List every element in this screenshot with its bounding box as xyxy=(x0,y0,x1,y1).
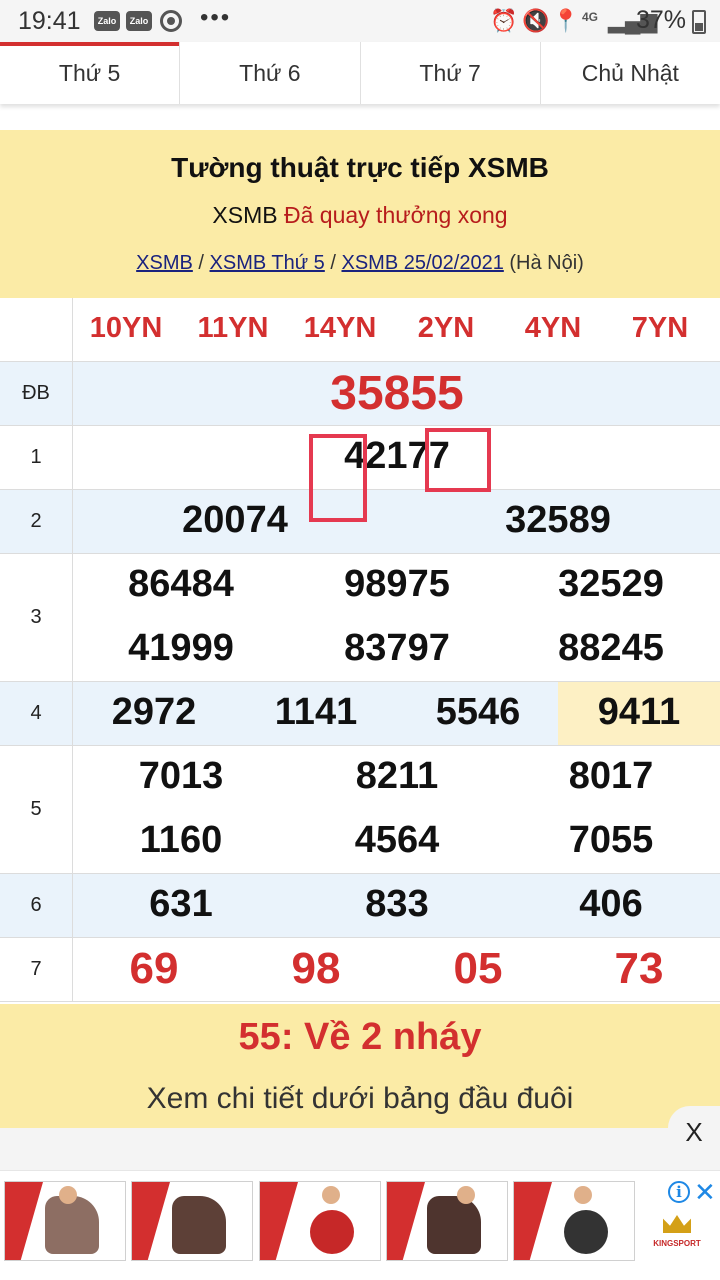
breadcrumb-link-date[interactable]: XSMB 25/02/2021 xyxy=(341,252,503,274)
code: 2YN xyxy=(417,312,475,344)
alarm-icon: ⏰ xyxy=(490,8,518,33)
ad-product-exercise-bike[interactable] xyxy=(259,1181,381,1261)
prize-row-db: ĐB 35855 xyxy=(0,362,720,426)
prize-label: 4 xyxy=(0,682,73,745)
location-icon: 📍 xyxy=(552,8,580,33)
prize-number: 41999 xyxy=(128,627,234,669)
prize-number: 2972 xyxy=(111,691,197,733)
code: 10YN xyxy=(89,312,163,344)
prize-number: 69 xyxy=(129,944,179,993)
zalo-icon: Zalo xyxy=(126,11,152,31)
chrome-icon xyxy=(160,10,182,32)
special-prize-number: 35855 xyxy=(330,367,464,420)
status-text: Đã quay thưởng xong xyxy=(284,202,508,228)
network-type: 4G xyxy=(582,10,599,24)
prize-number: 4564 xyxy=(354,819,440,861)
tab-thu-6[interactable]: Thứ 6 xyxy=(180,42,361,104)
prize-row-4: 4 2972 1141 5546 9411 xyxy=(0,682,720,746)
page: 19:41 Zalo Zalo ••• ⏰ 🔇 📍 4G ▂▄▆ 37% Thứ… xyxy=(0,0,720,1280)
prize-number: 1141 xyxy=(274,691,358,733)
battery-icon xyxy=(692,10,706,34)
battery-percent: 37% xyxy=(636,6,687,34)
breadcrumb-link-xsmb-thu-5[interactable]: XSMB Thứ 5 xyxy=(210,252,325,274)
prize-number: 73 xyxy=(614,944,664,993)
mute-icon: 🔇 xyxy=(522,8,550,33)
prize-number: 98 xyxy=(291,944,341,993)
crown-icon xyxy=(663,1215,691,1233)
ad-info-icon[interactable]: i xyxy=(668,1181,690,1203)
status-time: 19:41 xyxy=(18,7,81,35)
prize-number: 8017 xyxy=(568,755,654,797)
breadcrumb: XSMB / XSMB Thứ 5 / XSMB 25/02/2021 (Hà … xyxy=(0,252,720,275)
prize-number: 406 xyxy=(579,883,643,925)
prize-label: 7 xyxy=(0,938,73,1001)
prize-number: 7013 xyxy=(138,755,224,797)
ad-product-massage-chair[interactable] xyxy=(4,1181,126,1261)
code: 7YN xyxy=(631,312,689,344)
prize-label: ĐB xyxy=(0,362,73,425)
prize-number: 7055 xyxy=(568,819,654,861)
prize-number: 86484 xyxy=(128,563,234,605)
breadcrumb-link-xsmb[interactable]: XSMB xyxy=(136,252,193,274)
code: 4YN xyxy=(524,312,582,344)
day-tabs: Thứ 5 Thứ 6 Thứ 7 Chủ Nhật xyxy=(0,42,720,104)
result-header: Tường thuật trực tiếp XSMB XSMB Đã quay … xyxy=(0,130,720,298)
breadcrumb-separator: / xyxy=(192,252,210,274)
prize-number: 32529 xyxy=(558,563,664,605)
code: 14YN xyxy=(303,312,377,344)
prize-row-3: 3 86484 98975 32529 41999 83797 88245 xyxy=(0,554,720,682)
prize-number: 83797 xyxy=(344,627,450,669)
summary-detail-link[interactable]: Xem chi tiết dưới bảng đầu đuôi xyxy=(0,1082,720,1116)
ad-product-massage-chair[interactable] xyxy=(131,1181,253,1261)
prize-number: 8211 xyxy=(355,755,439,797)
prize-row-6: 6 631 833 406 xyxy=(0,874,720,938)
prize-row-7: 7 69 98 05 73 xyxy=(0,938,720,1002)
ad-product-elliptical[interactable] xyxy=(513,1181,635,1261)
tab-thu-7[interactable]: Thứ 7 xyxy=(361,42,541,104)
tab-chu-nhat[interactable]: Chủ Nhật xyxy=(541,42,720,104)
prize-number: 20074 xyxy=(182,499,288,541)
ad-brand: KINGSPORT xyxy=(653,1239,701,1248)
prize-label: 1 xyxy=(0,426,73,489)
prize-number: 5546 xyxy=(435,691,521,733)
prize-number: 1160 xyxy=(139,819,223,861)
more-notifications-icon: ••• xyxy=(200,4,232,31)
ad-close-icon[interactable]: ✕ xyxy=(694,1177,716,1208)
summary-panel: 55: Về 2 nháy Xem chi tiết dưới bảng đầu… xyxy=(0,1004,720,1128)
region-label: (Hà Nội) xyxy=(509,252,584,274)
prize-label: 5 xyxy=(0,746,73,873)
prize-number: 98975 xyxy=(344,563,450,605)
draw-status: XSMB Đã quay thưởng xong xyxy=(0,202,720,229)
prize-number: 88245 xyxy=(558,627,664,669)
annotation-box xyxy=(309,434,367,522)
prize-label: 6 xyxy=(0,874,73,937)
prize-number: 05 xyxy=(453,944,503,993)
prize-number: 32589 xyxy=(505,499,611,541)
prize-number: 9411 xyxy=(597,691,681,733)
prize-label: 2 xyxy=(0,490,73,553)
status-bar: 19:41 Zalo Zalo ••• ⏰ 🔇 📍 4G ▂▄▆ 37% xyxy=(0,0,720,42)
status-prefix: XSMB xyxy=(212,202,278,228)
ad-brand-logo: KINGSPORT xyxy=(652,1215,702,1255)
summary-highlight: 55: Về 2 nháy xyxy=(238,1016,482,1058)
page-title: Tường thuật trực tiếp XSMB xyxy=(171,152,549,183)
prize-number: 833 xyxy=(365,883,429,925)
prize-number: 631 xyxy=(149,883,213,925)
ad-product-massage-chair[interactable] xyxy=(386,1181,508,1261)
codes-row: 10YN 11YN 14YN 2YN 4YN 7YN xyxy=(0,298,720,362)
ad-banner[interactable]: i ✕ KINGSPORT xyxy=(0,1170,720,1280)
zalo-icon: Zalo xyxy=(94,11,120,31)
annotation-box xyxy=(425,428,491,492)
tab-thu-5[interactable]: Thứ 5 xyxy=(0,42,181,104)
breadcrumb-separator: / xyxy=(324,252,342,274)
codes-label xyxy=(0,298,73,361)
code: 11YN xyxy=(197,312,269,344)
prize-row-5: 5 7013 8211 8017 1160 4564 7055 xyxy=(0,746,720,874)
close-button[interactable]: X xyxy=(668,1106,720,1158)
prize-label: 3 xyxy=(0,554,73,681)
results-table: 10YN 11YN 14YN 2YN 4YN 7YN ĐB 35855 1 42… xyxy=(0,298,720,1002)
